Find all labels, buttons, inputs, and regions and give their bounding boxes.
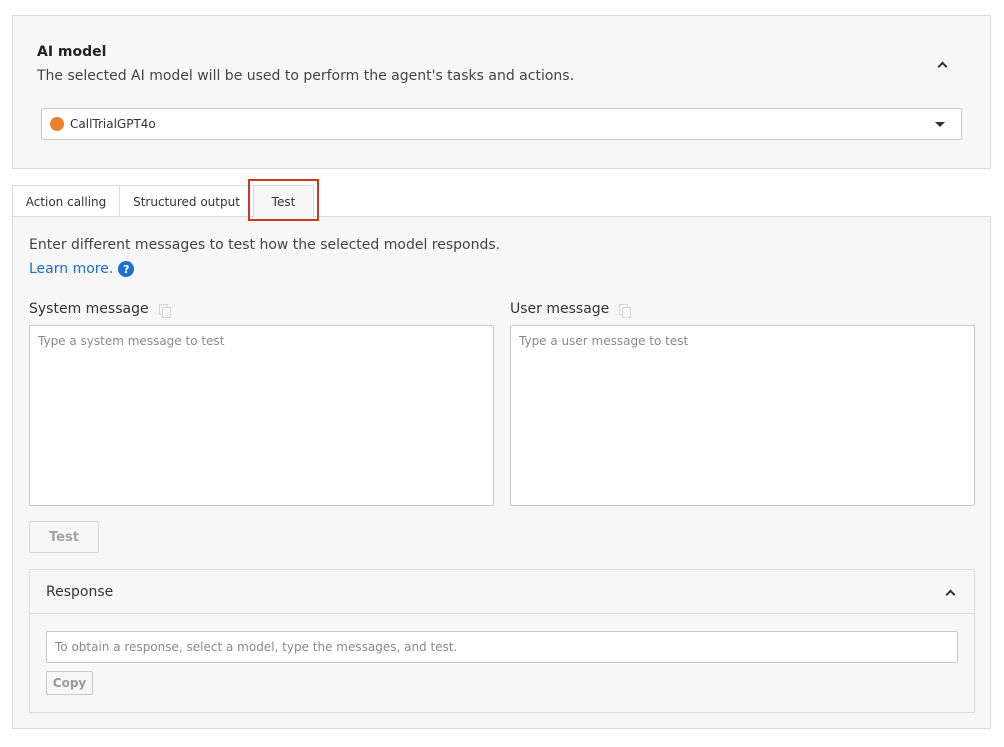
ai-model-title: AI model bbox=[37, 44, 107, 60]
copy-icon[interactable] bbox=[158, 303, 171, 318]
user-message-label-text: User message bbox=[510, 301, 610, 317]
model-status-dot bbox=[50, 117, 64, 131]
response-output-field[interactable]: To obtain a response, select a model, ty… bbox=[46, 631, 958, 663]
help-icon[interactable]: ? bbox=[118, 261, 135, 277]
model-select-value: CallTrialGPT4o bbox=[70, 117, 156, 131]
chevron-up-icon bbox=[945, 589, 955, 599]
test-panel: Enter different messages to test how the… bbox=[12, 216, 991, 729]
system-message-label: System message bbox=[29, 301, 171, 318]
test-intro-text: Enter different messages to test how the… bbox=[29, 237, 501, 253]
response-title: Response bbox=[46, 584, 114, 600]
test-button[interactable]: Test bbox=[29, 521, 99, 553]
tab-action-calling[interactable]: Action calling bbox=[12, 185, 120, 217]
learn-more-link[interactable]: Learn more. ? bbox=[29, 261, 135, 277]
learn-more-label: Learn more. bbox=[29, 261, 114, 277]
user-message-label: User message bbox=[510, 301, 632, 318]
caret-down-icon bbox=[935, 122, 945, 127]
model-select-dropdown[interactable]: CallTrialGPT4o bbox=[41, 108, 962, 140]
response-panel: Response To obtain a response, select a … bbox=[29, 569, 975, 713]
tab-test[interactable]: Test bbox=[254, 185, 314, 218]
response-collapse-button[interactable] bbox=[940, 582, 960, 602]
tab-structured-output[interactable]: Structured output bbox=[120, 185, 254, 217]
ai-model-description: The selected AI model will be used to pe… bbox=[37, 68, 575, 84]
response-header: Response bbox=[30, 570, 974, 614]
copy-response-button[interactable]: Copy bbox=[46, 671, 93, 695]
system-message-label-text: System message bbox=[29, 301, 149, 317]
user-message-input[interactable] bbox=[510, 325, 975, 506]
copy-icon[interactable] bbox=[619, 303, 632, 318]
tab-bar: Action calling Structured output Test bbox=[12, 185, 314, 218]
ai-model-collapse-button[interactable] bbox=[932, 54, 952, 74]
chevron-up-icon bbox=[937, 61, 947, 71]
ai-model-panel: AI model The selected AI model will be u… bbox=[12, 15, 991, 169]
system-message-input[interactable] bbox=[29, 325, 494, 506]
